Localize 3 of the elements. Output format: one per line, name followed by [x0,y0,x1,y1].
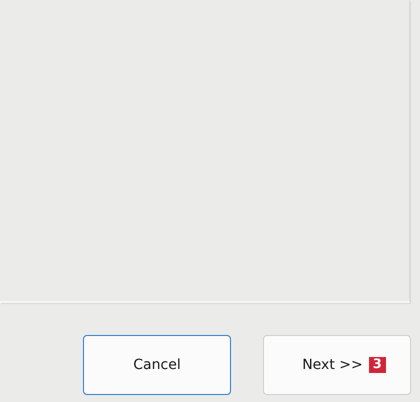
step-badge: 3 [368,357,386,373]
cancel-button[interactable]: Cancel [83,335,231,395]
next-button[interactable]: Next >> 3 [263,335,411,395]
